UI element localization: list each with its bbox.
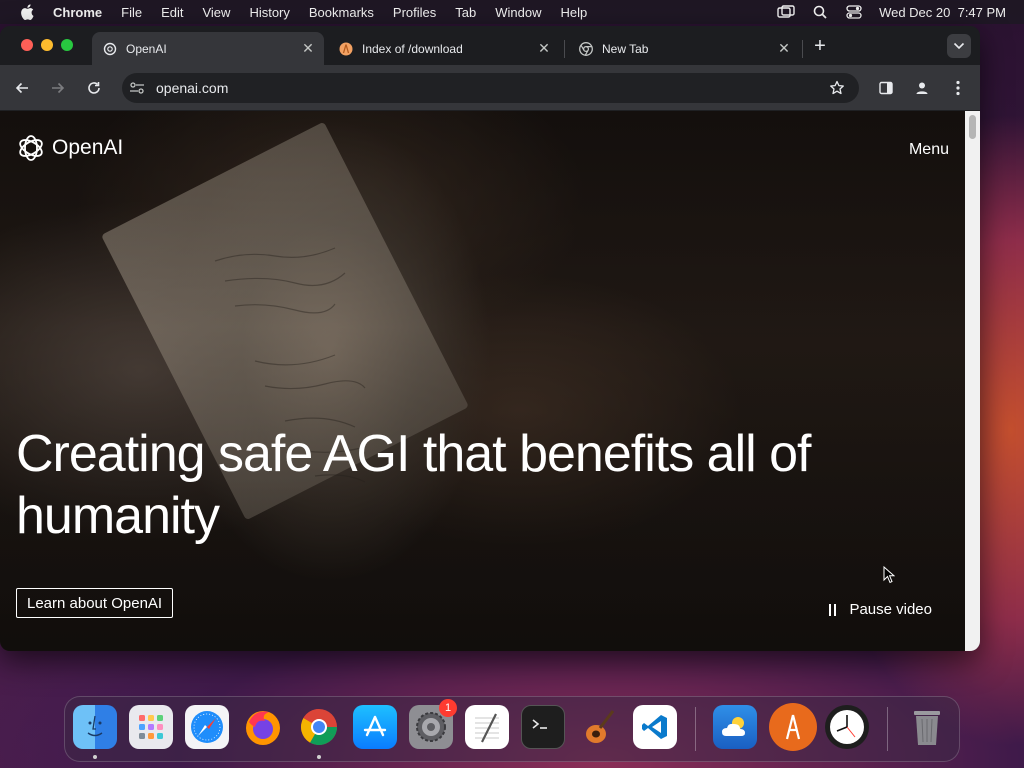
tab-new-tab[interactable]: New Tab ✕ bbox=[568, 32, 800, 65]
mouse-cursor-icon bbox=[883, 566, 895, 584]
scrollbar-thumb[interactable] bbox=[969, 115, 976, 139]
tab-title: New Tab bbox=[602, 41, 649, 56]
screen-mirroring-icon[interactable] bbox=[777, 5, 795, 19]
tab-strip: OpenAI ✕ Index of /download ✕ New Tab ✕ … bbox=[0, 26, 980, 65]
browser-toolbar: openai.com bbox=[0, 65, 980, 111]
menu-button[interactable]: Menu bbox=[909, 141, 949, 159]
orange-favicon-icon bbox=[338, 41, 354, 57]
close-tab-icon[interactable]: ✕ bbox=[776, 40, 792, 57]
tab-search-chevron-icon[interactable] bbox=[947, 34, 971, 58]
dock-trash-icon[interactable] bbox=[905, 705, 949, 749]
tab-index-download[interactable]: Index of /download ✕ bbox=[328, 32, 560, 65]
openai-logo[interactable]: OpenAI bbox=[16, 133, 123, 163]
dock-separator bbox=[887, 707, 888, 751]
dock-terminal-icon[interactable] bbox=[521, 705, 565, 749]
dock-vscode-icon[interactable] bbox=[633, 705, 677, 749]
window-controls bbox=[21, 39, 73, 51]
spotlight-search-icon[interactable] bbox=[811, 5, 829, 19]
back-arrow-icon[interactable] bbox=[11, 77, 33, 99]
browser-window: OpenAI ✕ Index of /download ✕ New Tab ✕ … bbox=[0, 26, 980, 651]
logo-text: OpenAI bbox=[52, 136, 124, 159]
pause-icon bbox=[829, 603, 839, 616]
openai-favicon-icon bbox=[102, 41, 118, 57]
learn-about-openai-button[interactable]: Learn about OpenAI bbox=[16, 588, 174, 618]
menu-help[interactable]: Help bbox=[561, 5, 588, 20]
menu-clock[interactable]: Wed Dec 20 7:47 PM bbox=[879, 5, 1006, 20]
forward-arrow-icon[interactable] bbox=[47, 77, 69, 99]
menu-app-name[interactable]: Chrome bbox=[53, 5, 102, 20]
menu-view[interactable]: View bbox=[202, 5, 230, 20]
notification-badge: 1 bbox=[439, 699, 457, 717]
dock-safari-icon[interactable] bbox=[185, 705, 229, 749]
dock-firefox-icon[interactable] bbox=[241, 705, 285, 749]
hero-overlay bbox=[0, 111, 965, 651]
dock-garageband-icon[interactable] bbox=[577, 705, 621, 749]
new-tab-plus-icon[interactable]: + bbox=[809, 35, 831, 57]
maximize-window-button[interactable] bbox=[61, 39, 73, 51]
url-text[interactable]: openai.com bbox=[156, 80, 827, 96]
running-indicator bbox=[317, 755, 321, 759]
dock: 1 bbox=[64, 696, 960, 762]
more-menu-icon[interactable] bbox=[947, 77, 969, 99]
dock-textedit-icon[interactable] bbox=[465, 705, 509, 749]
menu-window[interactable]: Window bbox=[495, 5, 541, 20]
side-panel-icon[interactable] bbox=[875, 77, 897, 99]
menu-edit[interactable]: Edit bbox=[161, 5, 183, 20]
minimize-window-button[interactable] bbox=[41, 39, 53, 51]
tab-openai[interactable]: OpenAI ✕ bbox=[92, 32, 324, 65]
control-center-icon[interactable] bbox=[845, 5, 863, 19]
tab-title: Index of /download bbox=[362, 41, 463, 56]
chrome-favicon-icon bbox=[578, 41, 594, 57]
pause-video-button[interactable]: Pause video bbox=[829, 601, 932, 618]
bookmark-star-icon[interactable] bbox=[827, 78, 847, 98]
menu-file[interactable]: File bbox=[121, 5, 142, 20]
site-settings-icon[interactable] bbox=[128, 79, 146, 97]
web-page: OpenAI Menu Creating safe AGI that benef… bbox=[0, 111, 965, 651]
menu-profiles[interactable]: Profiles bbox=[393, 5, 436, 20]
tab-separator bbox=[802, 40, 803, 58]
dock-separator bbox=[695, 707, 696, 751]
dock-system-settings-icon[interactable]: 1 bbox=[409, 699, 457, 749]
close-tab-icon[interactable]: ✕ bbox=[536, 40, 552, 57]
menu-tab[interactable]: Tab bbox=[455, 5, 476, 20]
running-indicator bbox=[93, 755, 97, 759]
pause-video-label: Pause video bbox=[849, 601, 932, 618]
dock-finder-icon[interactable] bbox=[73, 705, 117, 749]
dock-weather-icon[interactable] bbox=[713, 705, 757, 749]
profile-icon[interactable] bbox=[911, 77, 933, 99]
dock-chrome-icon[interactable] bbox=[297, 705, 341, 749]
menu-bar: Chrome File Edit View History Bookmarks … bbox=[0, 0, 1024, 24]
page-scrollbar[interactable] bbox=[965, 111, 980, 651]
dock-launchpad-icon[interactable] bbox=[129, 705, 173, 749]
menu-history[interactable]: History bbox=[249, 5, 289, 20]
address-bar[interactable]: openai.com bbox=[122, 73, 859, 103]
close-window-button[interactable] bbox=[21, 39, 33, 51]
reload-icon[interactable] bbox=[83, 77, 105, 99]
dock-app-store-icon[interactable] bbox=[353, 705, 397, 749]
dock-clock-icon[interactable] bbox=[825, 705, 869, 749]
hero-headline: Creating safe AGI that benefits all of h… bbox=[16, 425, 811, 545]
openai-logo-icon bbox=[19, 135, 43, 161]
tab-separator bbox=[564, 40, 565, 58]
apple-menu-icon[interactable] bbox=[19, 4, 35, 20]
tab-title: OpenAI bbox=[126, 41, 167, 56]
close-tab-icon[interactable]: ✕ bbox=[300, 40, 316, 57]
dock-anki-icon[interactable] bbox=[769, 703, 817, 751]
menu-bookmarks[interactable]: Bookmarks bbox=[309, 5, 374, 20]
